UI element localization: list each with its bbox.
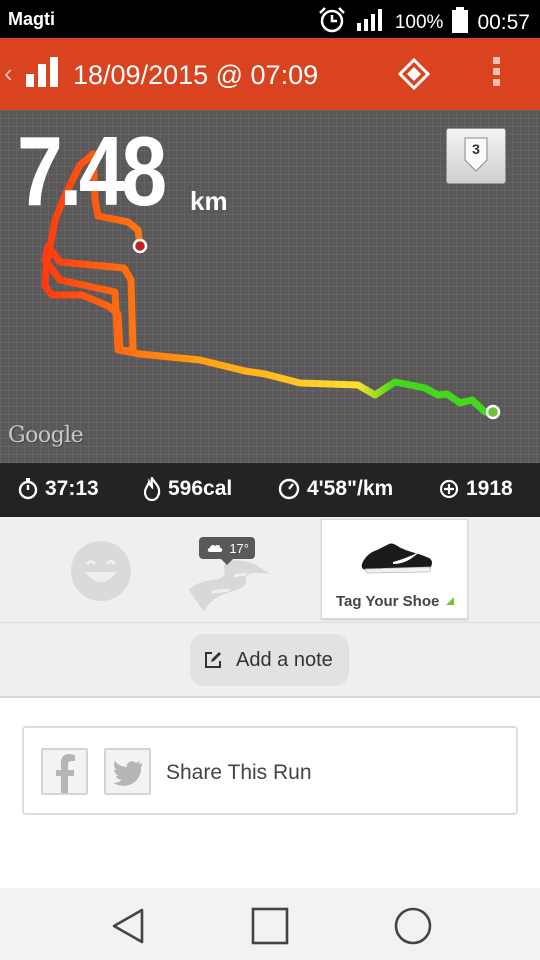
add-note-button[interactable]: Add a note <box>190 634 349 686</box>
pace-gauge-icon <box>278 478 300 500</box>
add-note-label: Add a note <box>236 648 333 671</box>
distance-unit: km <box>190 186 228 216</box>
stat-fuel: 1918 <box>439 477 513 501</box>
google-watermark: Google <box>8 423 84 448</box>
fuel-value: 1918 <box>466 477 513 500</box>
pace-value: 4'58"/km <box>307 477 394 500</box>
back-triangle-icon[interactable] <box>108 906 148 951</box>
carrier-name: Magti <box>8 9 55 29</box>
facebook-icon[interactable] <box>41 748 88 795</box>
note-row: Add a note <box>0 623 540 698</box>
twitter-icon[interactable] <box>104 748 151 795</box>
home-square-icon[interactable] <box>250 906 290 951</box>
stat-calories: 596cal <box>143 477 232 501</box>
activity-bars-icon[interactable] <box>24 57 62 94</box>
distance-value: 7.48 <box>17 116 167 226</box>
app-header: ‹ 18/09/2015 @ 07:09 <box>0 38 540 110</box>
share-label: Share This Run <box>166 761 312 784</box>
weather-temp: 17° <box>229 540 249 556</box>
start-marker <box>132 238 148 254</box>
flame-icon <box>143 477 161 501</box>
status-bar: Magti 100% 00:57 <box>0 0 540 38</box>
duration-value: 37:13 <box>45 477 99 500</box>
running-shoe-icon <box>361 543 432 574</box>
tags-row: 17° Tag Your Shoe <box>0 517 540 623</box>
lap-number: 3 <box>472 141 480 157</box>
status-icons: 100% 00:57 <box>317 6 530 39</box>
finish-marker <box>485 404 501 420</box>
edit-note-icon <box>205 652 221 668</box>
weather-badge[interactable]: 17° <box>199 537 255 565</box>
tag-shoe-label: Tag Your Shoe <box>336 593 440 610</box>
smiley-mood-icon[interactable] <box>70 540 132 607</box>
alarm-icon <box>317 6 347 39</box>
stopwatch-icon <box>18 478 38 500</box>
tag-shoe-card[interactable]: Tag Your Shoe <box>321 519 468 619</box>
battery-icon <box>451 6 469 39</box>
back-chevron-icon[interactable]: ‹ <box>4 58 13 89</box>
app-screen: Magti 100% 00:57 ‹ 18/09/2015 @ 07:09 7.… <box>0 0 540 960</box>
calories-value: 596cal <box>168 477 233 500</box>
recents-circle-icon[interactable] <box>393 906 433 951</box>
stat-pace: 4'58"/km <box>278 477 393 501</box>
diamond-icon[interactable] <box>397 57 431 95</box>
cloud-weather-icon <box>207 544 223 552</box>
share-run-button[interactable]: Share This Run <box>22 726 518 815</box>
stat-duration: 37:13 <box>18 477 99 501</box>
lap-badge[interactable]: 3 <box>446 128 506 184</box>
page-title: 18/09/2015 @ 07:09 <box>73 60 319 90</box>
signal-icon <box>355 7 387 38</box>
stats-bar: 37:13 596cal 4'58"/km 1918 <box>0 463 540 517</box>
shoe-corner-indicator <box>446 597 454 605</box>
route-map[interactable]: 7.48 km 3 Google <box>0 110 540 463</box>
battery-percent: 100% <box>394 11 444 33</box>
navigation-bar <box>0 888 540 960</box>
overflow-menu-icon[interactable] <box>493 57 503 90</box>
clock-time: 00:57 <box>477 10 530 34</box>
fuel-plus-icon <box>439 479 459 499</box>
